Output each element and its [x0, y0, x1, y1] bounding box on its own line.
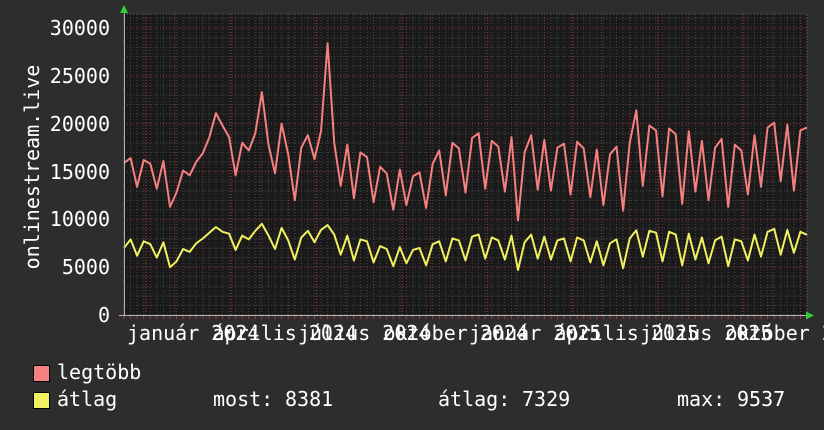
- y-tick-label: 5000: [10, 257, 110, 277]
- legend-swatch-legtobb: [33, 365, 50, 382]
- y-tick-label: 0: [10, 305, 110, 325]
- y-tick-label: 20000: [10, 114, 110, 134]
- y-tick-label: 15000: [10, 162, 110, 182]
- legend-label-legtobb: legtöbb: [57, 361, 141, 383]
- chart-plot-area: [0, 0, 824, 345]
- y-tick-label: 10000: [10, 209, 110, 229]
- stat-max-value: 9537: [737, 388, 785, 410]
- x-tick-label: október 2025: [726, 322, 824, 344]
- y-tick-label: 30000: [10, 18, 110, 38]
- legend-swatch-atlag: [33, 392, 50, 409]
- y-axis-arrow-icon: [120, 5, 128, 13]
- legend-label-atlag: átlag: [57, 388, 117, 410]
- x-axis-arrow-icon: [806, 312, 814, 320]
- stat-atlag-label: átlag:: [438, 388, 510, 410]
- stat-most-label: most:: [213, 388, 273, 410]
- stat-most-value: 8381: [285, 388, 333, 410]
- stat-atlag-value: 7329: [522, 388, 570, 410]
- stat-max-label: max:: [677, 388, 725, 410]
- y-tick-label: 25000: [10, 66, 110, 86]
- munin-graph: onlinestream.live 0500010000150002000025…: [0, 0, 824, 430]
